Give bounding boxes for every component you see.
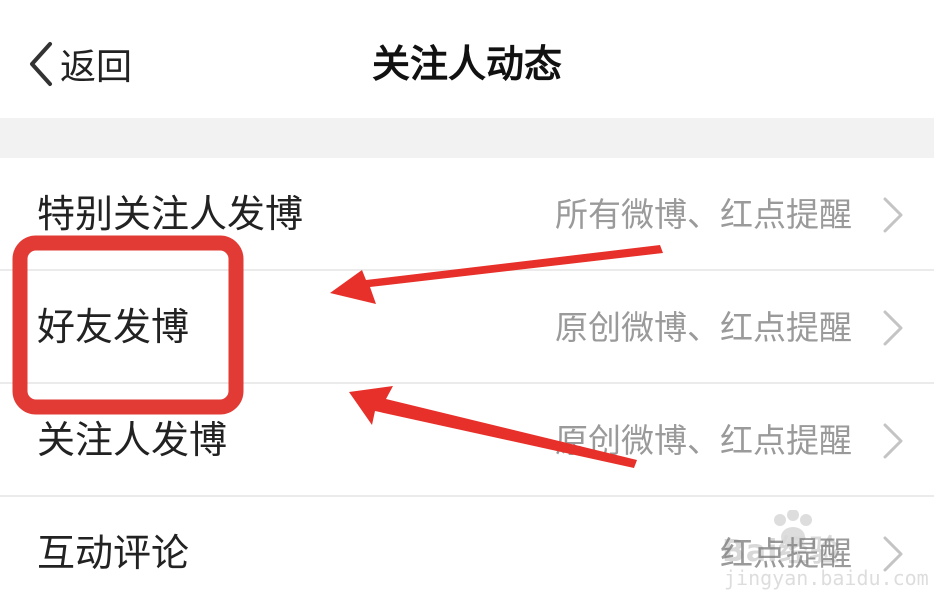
row-value: 所有微博、红点提醒 (555, 195, 852, 234)
row-label: 关注人发博 (37, 418, 228, 462)
page-title: 关注人动态 (371, 42, 562, 86)
watermark-text: Bai经验 (722, 534, 841, 569)
watermark-subtext: jingyan.baidu.com (724, 566, 929, 590)
row-value: 原创微博、红点提醒 (555, 421, 852, 460)
section-gap (0, 118, 934, 158)
nav-bar: 返回 关注人动态 (0, 0, 934, 118)
chevron-right-icon (883, 310, 903, 346)
row-label: 好友发博 (37, 305, 190, 349)
row-following-posts[interactable]: 关注人发博 原创微博、红点提醒 (0, 384, 934, 497)
row-special-follow-posts[interactable]: 特别关注人发博 所有微博、红点提醒 (0, 158, 934, 271)
row-friend-posts[interactable]: 好友发博 原创微博、红点提醒 (0, 271, 934, 384)
row-label: 互动评论 (37, 531, 190, 575)
row-value: 原创微博、红点提醒 (555, 308, 852, 347)
watermark: Bai经验 jingyan.baidu.com (722, 508, 929, 598)
row-label: 特别关注人发博 (37, 192, 304, 236)
chevron-right-icon (883, 197, 903, 233)
chevron-right-icon (883, 423, 903, 459)
